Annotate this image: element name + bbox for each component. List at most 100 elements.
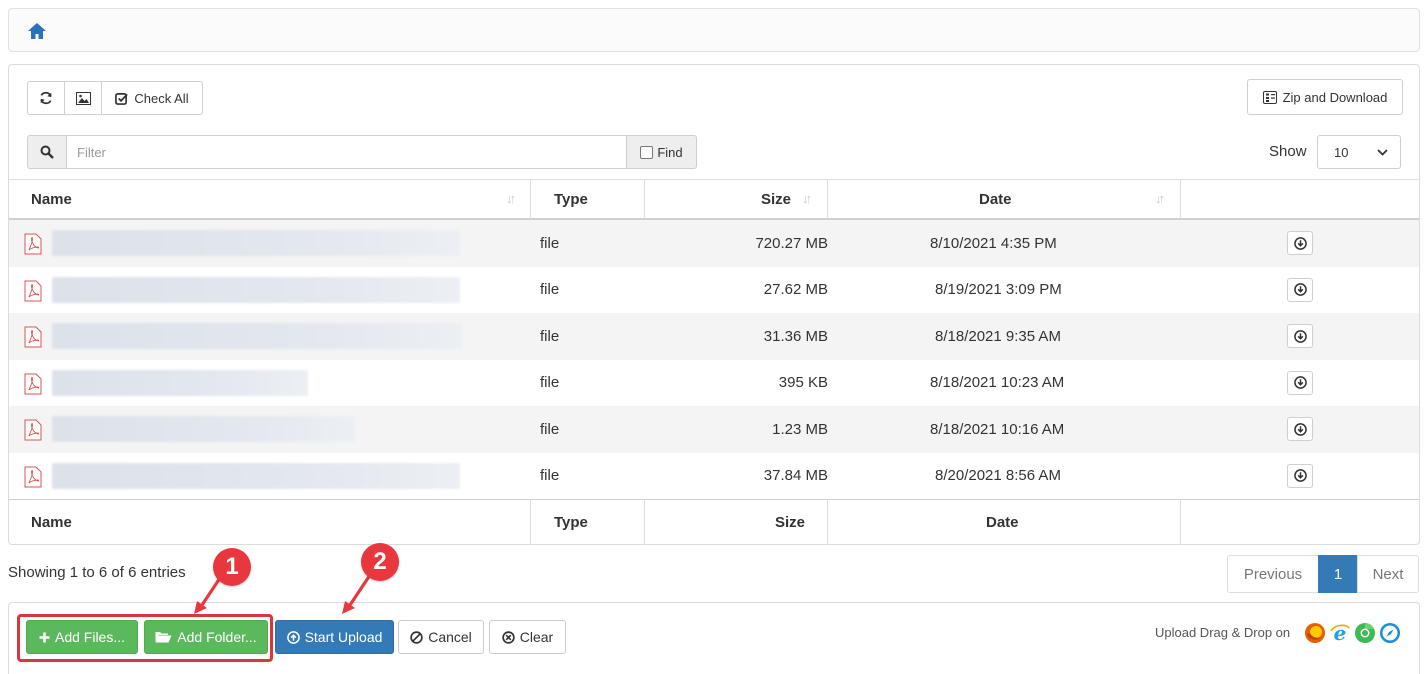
archive-icon — [1262, 90, 1277, 104]
cell-type: file — [540, 467, 560, 485]
redacted-file-name — [52, 369, 308, 396]
find-label: Find — [657, 144, 683, 160]
redacted-file-name — [52, 462, 460, 489]
column-header-date[interactable]: Date — [979, 179, 1012, 219]
footer-column-type: Type — [554, 513, 588, 531]
pdf-file-icon — [24, 233, 42, 255]
column-header-size[interactable]: Size — [761, 179, 791, 219]
cell-size: 27.62 MB — [763, 281, 828, 299]
cell-type: file — [540, 420, 560, 438]
add-buttons-highlight — [17, 614, 273, 662]
zip-download-label: Zip and Download — [1282, 89, 1388, 105]
thumbnail-view-button[interactable] — [64, 81, 102, 115]
download-button[interactable] — [1287, 277, 1313, 302]
column-header-type[interactable]: Type — [554, 179, 588, 219]
redacted-file-name — [52, 323, 462, 349]
chevron-down-icon — [1377, 148, 1388, 156]
cell-date: 8/19/2021 3:09 PM — [935, 281, 1062, 299]
entries-info: Showing 1 to 6 of 6 entries — [8, 564, 186, 581]
cell-date: 8/10/2021 4:35 PM — [930, 234, 1057, 252]
sort-icon[interactable]: ↓↑ — [1155, 191, 1165, 206]
sort-icon[interactable]: ↓↑ — [802, 191, 812, 206]
cell-size: 37.84 MB — [763, 467, 828, 485]
column-header-name[interactable]: Name — [31, 179, 72, 219]
download-icon — [1293, 422, 1307, 436]
download-button[interactable] — [1287, 231, 1313, 255]
footer-column-name: Name — [31, 513, 72, 531]
table-row[interactable]: file 27.62 MB 8/19/2021 3:09 PM — [9, 266, 1419, 313]
download-icon — [1293, 283, 1307, 296]
download-icon — [1293, 376, 1307, 389]
clear-label: Clear — [519, 629, 554, 645]
start-upload-button[interactable]: Start Upload — [275, 620, 394, 654]
download-icon — [1293, 236, 1307, 250]
pdf-file-icon — [24, 280, 42, 301]
find-checkbox-addon[interactable]: Find — [627, 135, 697, 169]
check-square-icon — [115, 92, 129, 105]
safari-icon — [1380, 623, 1400, 643]
filter-group: Find — [27, 135, 697, 169]
table-row[interactable]: file 1.23 MB 8/18/2021 10:16 AM — [9, 406, 1419, 453]
filter-input[interactable] — [67, 135, 627, 169]
refresh-icon — [40, 91, 52, 105]
cell-size: 395 KB — [778, 374, 828, 392]
download-button[interactable] — [1287, 370, 1313, 395]
download-button[interactable] — [1287, 417, 1313, 441]
redacted-file-name — [52, 230, 460, 256]
check-all-label: Check All — [134, 90, 189, 106]
redacted-file-name — [52, 276, 460, 303]
pdf-file-icon — [24, 466, 42, 487]
page-size-select[interactable]: 10 — [1317, 135, 1401, 169]
pdf-file-icon — [24, 419, 42, 441]
cancel-button[interactable]: Cancel — [398, 620, 484, 654]
download-button[interactable] — [1287, 463, 1313, 488]
clear-button[interactable]: Clear — [489, 620, 566, 654]
search-addon — [27, 135, 67, 169]
remove-circle-icon — [502, 630, 515, 644]
start-upload-label: Start Upload — [304, 629, 383, 645]
redacted-file-name — [52, 416, 355, 442]
cell-date: 8/18/2021 9:35 AM — [935, 327, 1061, 345]
refresh-button[interactable] — [27, 81, 65, 115]
ban-icon — [410, 630, 423, 644]
next-page-button[interactable]: Next — [1357, 555, 1419, 593]
download-icon — [1293, 329, 1307, 343]
toolbar-button-group: Check All — [27, 81, 203, 115]
zip-and-download-button[interactable]: Zip and Download — [1247, 79, 1403, 115]
pagination: Previous 1 Next — [1227, 555, 1419, 593]
table-header-row: Name ↓↑ Type Size ↓↑ Date ↓↑ — [9, 179, 1419, 219]
cell-type: file — [540, 327, 560, 345]
sort-icon[interactable]: ↓↑ — [506, 191, 516, 206]
find-checkbox[interactable] — [640, 145, 654, 159]
cell-size: 720.27 MB — [755, 234, 828, 252]
table-footer-row: Name Type Size Date — [9, 499, 1419, 545]
pdf-file-icon — [24, 373, 42, 394]
upload-icon — [286, 630, 300, 644]
page-1-button[interactable]: 1 — [1318, 555, 1358, 593]
cancel-label: Cancel — [428, 629, 472, 645]
show-label: Show — [1269, 143, 1307, 160]
home-icon[interactable] — [27, 21, 47, 41]
cell-size: 1.23 MB — [772, 420, 828, 438]
previous-page-button[interactable]: Previous — [1227, 555, 1319, 593]
cell-type: file — [540, 234, 560, 252]
cell-type: file — [540, 374, 560, 392]
table-row[interactable]: file 395 KB 8/18/2021 10:23 AM — [9, 359, 1419, 406]
table-row[interactable]: file 37.84 MB 8/20/2021 8:56 AM — [9, 452, 1419, 499]
check-all-button[interactable]: Check All — [101, 81, 203, 115]
download-button[interactable] — [1287, 324, 1313, 348]
internet-explorer-icon: e — [1330, 622, 1350, 644]
firefox-icon — [1305, 623, 1325, 643]
breadcrumb — [8, 8, 1420, 52]
table-row[interactable]: file 720.27 MB 8/10/2021 4:35 PM — [9, 220, 1419, 267]
cell-date: 8/18/2021 10:23 AM — [930, 374, 1065, 392]
cell-date: 8/18/2021 10:16 AM — [930, 420, 1065, 438]
footer-column-date: Date — [986, 513, 1019, 531]
table-row[interactable]: file 31.36 MB 8/18/2021 9:35 AM — [9, 313, 1419, 360]
drag-drop-info: Upload Drag & Drop on — [1155, 625, 1291, 640]
search-icon — [40, 145, 54, 159]
file-browser-panel: Check All Zip and Download Find Show 10 — [8, 64, 1420, 545]
cell-size: 31.36 MB — [763, 327, 828, 345]
annotation-badge-1: 1 — [213, 548, 251, 586]
annotation-badge-2: 2 — [361, 543, 399, 581]
